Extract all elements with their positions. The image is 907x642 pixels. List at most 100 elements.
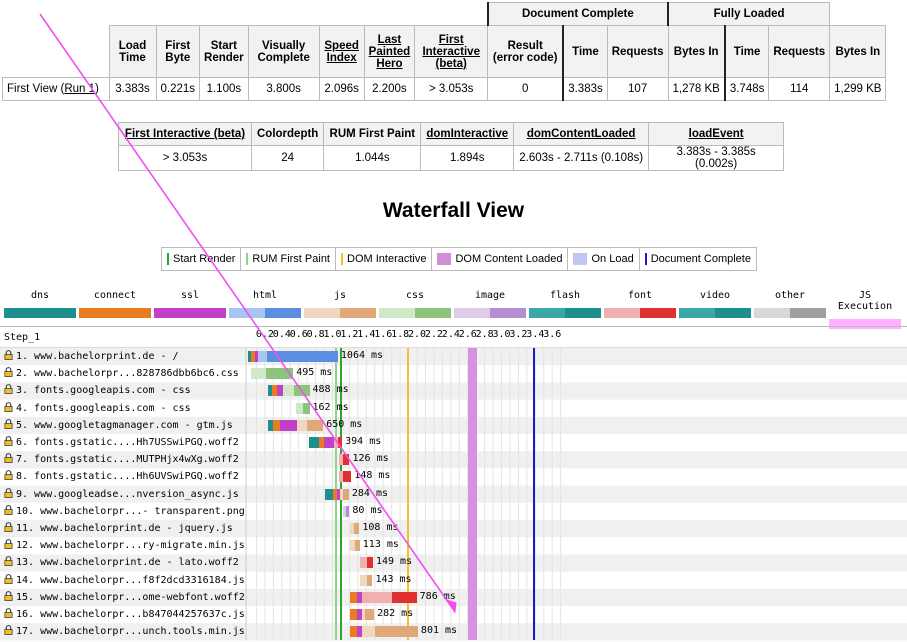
request-row[interactable]: 10. www.bachelorpr...- transparent.png 80…: [0, 503, 907, 520]
request-row[interactable]: 14. www.bachelorpr...f8f2dcd3316184.js 14…: [0, 572, 907, 589]
time-tick: 0.6: [289, 329, 308, 340]
request-label[interactable]: 6. fonts.gstatic....Hh7USSwiPGQ.woff2: [4, 435, 239, 448]
request-row[interactable]: 6. fonts.gstatic....Hh7USSwiPGQ.woff2 394…: [0, 434, 907, 451]
type-legend-swatch: [229, 308, 301, 318]
request-label[interactable]: 16. www.bachelorpr...b847044257637c.js: [4, 607, 245, 620]
request-row[interactable]: 5. www.googletagmanager.com - gtm.js 650 …: [0, 417, 907, 434]
time-tick: 3.2: [509, 329, 528, 340]
load-time-value: 3.383s: [108, 77, 157, 101]
legend-marker: [644, 253, 647, 265]
request-row[interactable]: 9. www.googleadse...nversion_async.js 284…: [0, 486, 907, 503]
time-tick: 3.4: [526, 329, 545, 340]
request-bar-segment: [350, 609, 357, 620]
time-tick: 2.4: [441, 329, 460, 340]
request-label[interactable]: 10. www.bachelorpr...- transparent.png: [4, 504, 245, 517]
request-url: 2. www.bachelorpr...828786dbb6bc6.css: [16, 368, 239, 380]
dc-time-header: Time: [562, 25, 608, 78]
request-row[interactable]: 7. fonts.gstatic....MUTPHjx4wXg.woff2 126…: [0, 451, 907, 468]
visually-complete-header: Visually Complete: [247, 25, 320, 78]
request-bar-segment: [273, 419, 281, 431]
speed-index-header[interactable]: Speed Index: [318, 25, 365, 78]
request-label[interactable]: 8. fonts.gstatic....Hh6UVSwiPGQ.woff2: [4, 469, 239, 482]
request-bar-segment: [251, 368, 266, 380]
request-url: 14. www.bachelorpr...f8f2dcd3316184.js: [16, 574, 245, 586]
type-legend-item: JS Execution: [829, 290, 901, 329]
request-url: 8. fonts.gstatic....Hh6UVSwiPGQ.woff2: [16, 471, 239, 483]
request-label[interactable]: 12. www.bachelorpr...ry-migrate.min.js: [4, 538, 245, 551]
fi-beta-header[interactable]: First Interactive (beta): [118, 122, 252, 146]
request-label[interactable]: 5. www.googletagmanager.com - gtm.js: [4, 418, 233, 431]
type-legend-swatch: [4, 308, 76, 318]
request-row[interactable]: 4. fonts.googleapis.com - css 162 ms: [0, 400, 907, 417]
type-legend-label: dns: [30, 290, 50, 301]
domcontentloaded-header[interactable]: domContentLoaded: [513, 122, 650, 146]
time-tick: 1.4: [357, 329, 376, 340]
milestone-legend-item: DOM Interactive: [336, 248, 433, 270]
legend-label: DOM Interactive: [347, 253, 427, 265]
time-tick: 2.6: [458, 329, 477, 340]
request-label[interactable]: 14. www.bachelorpr...f8f2dcd3316184.js: [4, 573, 245, 586]
request-row[interactable]: 2. www.bachelorpr...828786dbb6bc6.css 495…: [0, 365, 907, 382]
request-url: 10. www.bachelorpr...- transparent.png: [16, 505, 245, 517]
request-url: 12. www.bachelorpr...ry-migrate.min.js: [16, 540, 245, 552]
loadevent-value: 3.383s - 3.385s (0.002s): [648, 145, 785, 171]
request-url: 16. www.bachelorpr...b847044257637c.js: [16, 609, 245, 620]
type-legend-label: flash: [549, 290, 581, 301]
type-legend-item: js: [304, 290, 376, 318]
request-label[interactable]: 15. www.bachelorpr...ome-webfont.woff2: [4, 590, 245, 603]
request-label[interactable]: 13. www.bachelorprint.de - lato.woff2: [4, 555, 239, 568]
request-label[interactable]: 2. www.bachelorpr...828786dbb6bc6.css: [4, 366, 239, 379]
type-legend-item: dns: [4, 290, 76, 318]
type-legend-label: ssl: [180, 290, 200, 301]
fl-time-header: Time: [723, 25, 770, 78]
first-view-label: First View (Run 1): [2, 77, 110, 101]
request-row[interactable]: 15. www.bachelorpr...ome-webfont.woff2 78…: [0, 589, 907, 606]
request-label[interactable]: 1. www.bachelorprint.de - /: [4, 349, 179, 362]
request-row[interactable]: 8. fonts.gstatic....Hh6UVSwiPGQ.woff2 148…: [0, 468, 907, 485]
type-legend-label: html: [252, 290, 278, 301]
lock-icon: [4, 608, 13, 618]
request-bar-segment: [308, 437, 319, 448]
request-bar-segment: [342, 488, 349, 500]
fl-bytes-header: Bytes In: [829, 25, 887, 78]
request-url: 15. www.bachelorpr...ome-webfont.woff2: [16, 591, 245, 603]
request-row[interactable]: 3. fonts.googleapis.com - css 488 ms: [0, 382, 907, 399]
request-row[interactable]: 12. www.bachelorpr...ry-migrate.min.js 11…: [0, 537, 907, 554]
request-label[interactable]: 17. www.bachelorpr...unch.tools.min.js: [4, 624, 245, 637]
request-bar-segment: [367, 574, 373, 586]
time-tick: 2.8: [475, 329, 494, 340]
request-bar-segment: [350, 626, 357, 638]
run-link[interactable]: Run 1: [64, 83, 95, 95]
lock-icon: [4, 625, 13, 636]
type-legend-item: other: [754, 290, 826, 318]
type-legend-swatch: [529, 308, 601, 318]
last-painted-hero-header[interactable]: Last Painted Hero: [363, 25, 416, 78]
request-label[interactable]: 4. fonts.googleapis.com - css: [4, 401, 191, 414]
type-legend-item: ssl: [154, 290, 226, 318]
type-legend-item: html: [229, 290, 301, 318]
speed-index-value: 2.096s: [318, 77, 365, 101]
request-row[interactable]: 16. www.bachelorpr...b847044257637c.js 28…: [0, 606, 907, 623]
request-row[interactable]: 1. www.bachelorprint.de - / 1064 ms: [0, 348, 907, 365]
type-legend-label: css: [405, 290, 425, 301]
type-legend-swatch: [754, 308, 826, 318]
legend-marker: [246, 253, 249, 265]
fully-loaded-group: Fully Loaded: [667, 2, 831, 26]
request-label[interactable]: 9. www.googleadse...nversion_async.js: [4, 487, 239, 500]
request-label[interactable]: 7. fonts.gstatic....MUTPHjx4wXg.woff2: [4, 452, 239, 465]
visually-complete-value: 3.800s: [247, 77, 320, 101]
request-row[interactable]: 17. www.bachelorpr...unch.tools.min.js 80…: [0, 623, 907, 640]
request-row[interactable]: 13. www.bachelorprint.de - lato.woff2 149…: [0, 554, 907, 571]
request-duration: 495 ms: [296, 367, 333, 379]
request-label[interactable]: 3. fonts.googleapis.com - css: [4, 383, 191, 396]
dominteractive-header[interactable]: domInteractive: [420, 122, 515, 146]
type-legend-label: js: [333, 290, 347, 301]
request-duration: 126 ms: [352, 453, 389, 465]
request-bar-segment: [307, 419, 324, 431]
request-url: 3. fonts.googleapis.com - css: [16, 385, 191, 397]
first-interactive-header[interactable]: First Interactive (beta): [414, 25, 489, 78]
loadevent-header[interactable]: loadEvent: [648, 122, 785, 146]
request-row[interactable]: 11. www.bachelorprint.de - jquery.js 108 …: [0, 520, 907, 537]
doc-complete-group: Document Complete: [486, 2, 669, 26]
request-label[interactable]: 11. www.bachelorprint.de - jquery.js: [4, 521, 233, 534]
